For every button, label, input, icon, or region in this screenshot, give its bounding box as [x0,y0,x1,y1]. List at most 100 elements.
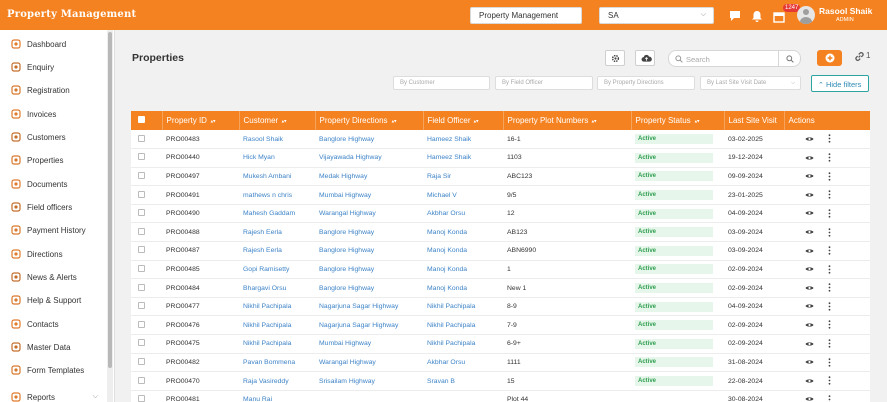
cell-field-officer[interactable]: Sravan B [423,371,503,391]
table-row[interactable]: PRO00497 Mukesh Ambani Medak Highway Raja S… [131,167,870,187]
row-checkbox[interactable] [131,167,162,187]
cell-property-directions[interactable]: Banglore Highway [315,222,423,243]
column-header-property-directions[interactable]: Property Directions ▴▾ [315,111,424,130]
sidebar-item-contacts[interactable]: Contacts [0,314,106,334]
sidebar-item-master-data[interactable]: Master Data [0,337,106,357]
cell-property-directions[interactable]: Banglore Highway [315,130,423,150]
sidebar-item-documents[interactable]: Documents [0,174,106,194]
cell-customer[interactable]: Rasool Shaik [239,130,315,150]
eye-icon[interactable] [805,266,814,272]
cell-property-directions[interactable]: Nagarjuna Sagar Highway [315,315,423,336]
cell-field-officer[interactable] [423,390,503,402]
eye-icon[interactable] [805,192,814,198]
cell-property-directions[interactable]: Warangal Highway [315,353,423,373]
cell-customer[interactable]: Pavan Bommena [239,353,315,373]
sidebar-item-customers[interactable]: Customers [0,127,106,147]
table-row[interactable]: PRO00485 Gopi Ramisetty Banglore Highway Ma… [131,260,870,280]
cell-field-officer[interactable]: Nikhil Pachipala [423,297,503,317]
more-options-icon[interactable] [828,227,831,237]
cell-field-officer[interactable]: Manoj Konda [423,260,503,280]
cell-field-officer[interactable]: Nikhil Pachipala [423,315,503,336]
eye-icon[interactable] [805,173,814,179]
more-options-icon[interactable] [828,395,831,402]
eye-icon[interactable] [805,210,814,216]
row-checkbox[interactable] [131,222,162,243]
cell-customer[interactable]: Manu Rai [239,390,315,402]
sidebar-item-reports[interactable]: Reports ⌵ [0,387,106,402]
cell-field-officer[interactable]: Manoj Konda [423,241,503,261]
cell-field-officer[interactable]: Nikhil Pachipala [423,334,503,354]
cell-customer[interactable]: Nikhil Pachipala [239,297,315,317]
eye-icon[interactable] [805,341,814,347]
search-button[interactable] [778,51,800,66]
row-checkbox[interactable] [131,204,162,224]
cell-field-officer[interactable]: Manoj Konda [423,222,503,243]
cell-property-directions[interactable]: Medak Highway [315,167,423,187]
eye-icon[interactable] [805,378,814,384]
cell-property-directions[interactable]: Mumbai Highway [315,334,423,354]
more-options-icon[interactable] [828,376,831,385]
cell-customer[interactable]: Rajesh Eerla [239,222,315,243]
cell-field-officer[interactable]: Raja Sir [423,167,503,187]
cell-property-directions[interactable]: Srisailam Highway [315,371,423,391]
table-row[interactable]: PRO00483 Rasool Shaik Banglore Highway Hame… [131,130,870,150]
row-checkbox[interactable] [131,185,162,205]
eye-icon[interactable] [805,303,814,309]
table-row[interactable]: PRO00482 Pavan Bommena Warangal Highway Akb… [131,353,870,373]
link-icon[interactable] [854,51,865,62]
more-options-icon[interactable] [828,283,831,292]
sidebar-item-news-alerts[interactable]: News & Alerts [0,267,106,287]
row-checkbox[interactable] [131,315,162,336]
table-row[interactable]: PRO00487 Rajesh Eerla Banglore Highway Mano… [131,241,870,261]
more-options-icon[interactable] [828,190,831,200]
sidebar-item-form-templates[interactable]: Form Templates [0,360,106,380]
cell-customer[interactable]: mathews n chris [239,185,315,205]
cell-customer[interactable]: Gopi Ramisetty [239,260,315,280]
filter-field-officer[interactable]: By Field Officer [495,76,593,90]
row-checkbox[interactable] [131,297,162,317]
upload-button[interactable] [635,50,655,66]
table-row[interactable]: PRO00475 Nikhil Pachipala Mumbai Highway Ni… [131,334,870,354]
search-input[interactable]: Search [668,50,801,67]
row-checkbox[interactable] [131,353,162,373]
table-row[interactable]: PRO00491 mathews n chris Mumbai Highway Mic… [131,185,870,205]
cell-property-directions[interactable]: Mumbai Highway [315,185,423,205]
column-header-property-id[interactable]: Property ID ▴▾ [162,111,240,130]
cell-customer[interactable]: Raja Vasireddy [239,371,315,391]
add-property-button[interactable] [817,50,842,66]
cell-property-directions[interactable] [315,390,423,402]
eye-icon[interactable] [805,155,814,161]
column-header-customer[interactable]: Customer ▴▾ [239,111,316,130]
column-header-property-plot-numbers[interactable]: Property Plot Numbers ▴▾ [503,111,632,130]
row-checkbox[interactable] [131,334,162,354]
company-select[interactable]: Property Management [470,7,582,24]
hide-filters-button[interactable]: ⌃ Hide filters [811,75,869,92]
more-options-icon[interactable] [828,302,831,311]
column-header-last-site-visit[interactable]: Last Site Visit [724,111,785,130]
more-options-icon[interactable] [828,209,831,218]
settings-button[interactable] [605,50,625,66]
cell-field-officer[interactable]: Akbhar Orsu [423,353,503,373]
cell-field-officer[interactable]: Hameez Shaik [423,130,503,150]
cell-property-directions[interactable]: Warangal Highway [315,204,423,224]
sidebar-item-properties[interactable]: Properties [0,150,106,170]
more-options-icon[interactable] [828,172,831,181]
table-row[interactable]: PRO00488 Rajesh Eerla Banglore Highway Mano… [131,222,870,243]
sidebar-scrollbar-thumb[interactable] [108,32,112,368]
filter-property-directions[interactable]: By Property Directions [597,76,695,90]
eye-icon[interactable] [805,229,814,235]
filter-last-site-visit-date[interactable]: By Last Site Visit Date ⌵ [700,76,801,90]
sidebar-item-dashboard[interactable]: Dashboard [0,34,106,54]
select-all-checkbox[interactable] [131,111,163,130]
eye-icon[interactable] [805,396,814,402]
more-options-icon[interactable] [828,153,831,162]
table-row[interactable]: PRO00477 Nikhil Pachipala Nagarjuna Sagar … [131,297,870,317]
eye-icon[interactable] [805,136,814,142]
column-header-property-status[interactable]: Property Status ▴▾ [631,111,725,130]
more-options-icon[interactable] [828,134,831,143]
row-checkbox[interactable] [131,148,162,168]
more-options-icon[interactable] [828,265,831,274]
table-row[interactable]: PRO00481 Manu Rai Plot 44 30-08-2024 [131,390,870,402]
eye-icon[interactable] [805,322,814,328]
table-row[interactable]: PRO00476 Nikhil Pachipala Nagarjuna Sagar … [131,315,870,336]
